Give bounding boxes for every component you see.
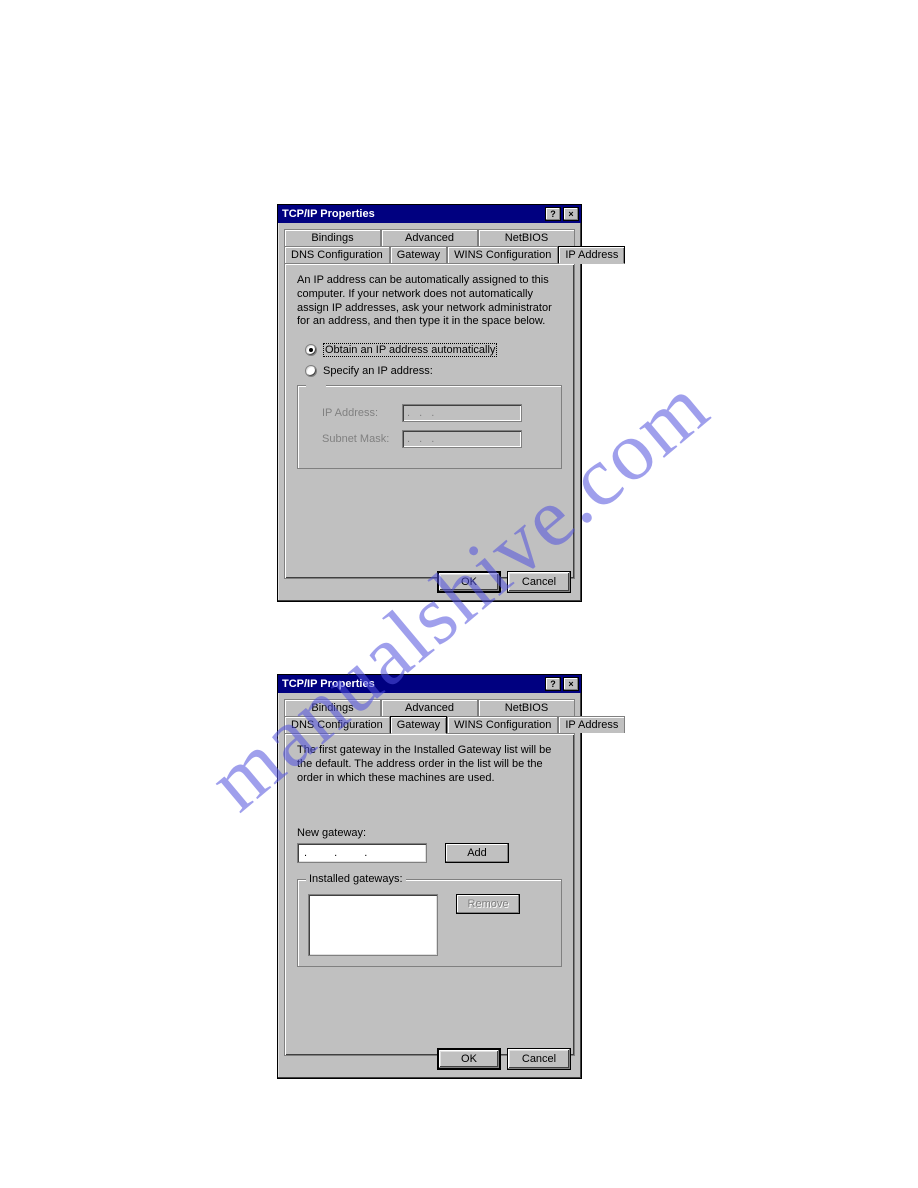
tab-panel-ip-address: An IP address can be automatically assig… [284, 263, 575, 579]
radio-obtain-auto[interactable] [305, 344, 317, 356]
subnet-mask-label: Subnet Mask: [322, 433, 402, 445]
dialog-title: TCP/IP Properties [282, 678, 543, 690]
tab-advanced[interactable]: Advanced [381, 229, 478, 246]
tab-ip-address[interactable]: IP Address [558, 716, 625, 733]
installed-gateways-label: Installed gateways: [306, 873, 406, 885]
tab-strip: Bindings Advanced NetBIOS DNS Configurat… [284, 229, 575, 263]
tab-gateway[interactable]: Gateway [390, 246, 447, 263]
ip-address-label: IP Address: [322, 407, 402, 419]
dialog-button-row: OK Cancel [437, 571, 571, 593]
radio-specify-label: Specify an IP address: [323, 365, 433, 377]
tab-strip: Bindings Advanced NetBIOS DNS Configurat… [284, 699, 575, 733]
tab-wins-configuration[interactable]: WINS Configuration [447, 716, 558, 733]
tab-bindings[interactable]: Bindings [284, 229, 381, 246]
tab-advanced[interactable]: Advanced [381, 699, 478, 716]
tcpip-properties-dialog-ipaddress: TCP/IP Properties ? × Bindings Advanced … [277, 204, 582, 602]
tab-wins-configuration[interactable]: WINS Configuration [447, 246, 558, 263]
tab-panel-gateway: The first gateway in the Installed Gatew… [284, 733, 575, 1056]
ok-button[interactable]: OK [437, 571, 501, 593]
radio-obtain-auto-label: Obtain an IP address automatically [323, 343, 497, 357]
tab-dns-configuration[interactable]: DNS Configuration [284, 716, 390, 733]
tab-gateway[interactable]: Gateway [390, 716, 447, 734]
tab-netbios[interactable]: NetBIOS [478, 699, 575, 716]
new-gateway-input[interactable]: . . . [297, 843, 427, 863]
dialog-title: TCP/IP Properties [282, 208, 543, 220]
close-button[interactable]: × [563, 677, 579, 691]
close-button[interactable]: × [563, 207, 579, 221]
titlebar: TCP/IP Properties ? × [278, 205, 581, 223]
tab-ip-address[interactable]: IP Address [558, 246, 625, 264]
ok-button[interactable]: OK [437, 1048, 501, 1070]
ip-address-input: . . . [402, 404, 522, 422]
installed-gateways-group: Installed gateways: Remove [297, 879, 562, 967]
new-gateway-label: New gateway: [297, 827, 562, 839]
cancel-button[interactable]: Cancel [507, 571, 571, 593]
radio-specify[interactable] [305, 365, 317, 377]
help-button[interactable]: ? [545, 207, 561, 221]
tab-bindings[interactable]: Bindings [284, 699, 381, 716]
radio-specify-row[interactable]: Specify an IP address: [305, 365, 562, 377]
remove-button: Remove [456, 894, 520, 914]
tcpip-properties-dialog-gateway: TCP/IP Properties ? × Bindings Advanced … [277, 674, 582, 1079]
cancel-button[interactable]: Cancel [507, 1048, 571, 1070]
titlebar: TCP/IP Properties ? × [278, 675, 581, 693]
radio-obtain-auto-row[interactable]: Obtain an IP address automatically [305, 343, 562, 357]
add-button[interactable]: Add [445, 843, 509, 863]
subnet-mask-input: . . . [402, 430, 522, 448]
description-text: An IP address can be automatically assig… [297, 274, 562, 329]
help-button[interactable]: ? [545, 677, 561, 691]
dialog-button-row: OK Cancel [437, 1048, 571, 1070]
tab-netbios[interactable]: NetBIOS [478, 229, 575, 246]
installed-gateways-list[interactable] [308, 894, 438, 956]
description-text: The first gateway in the Installed Gatew… [297, 744, 562, 785]
tab-dns-configuration[interactable]: DNS Configuration [284, 246, 390, 263]
ip-fields-group: IP Address: . . . Subnet Mask: . . . [297, 385, 562, 469]
